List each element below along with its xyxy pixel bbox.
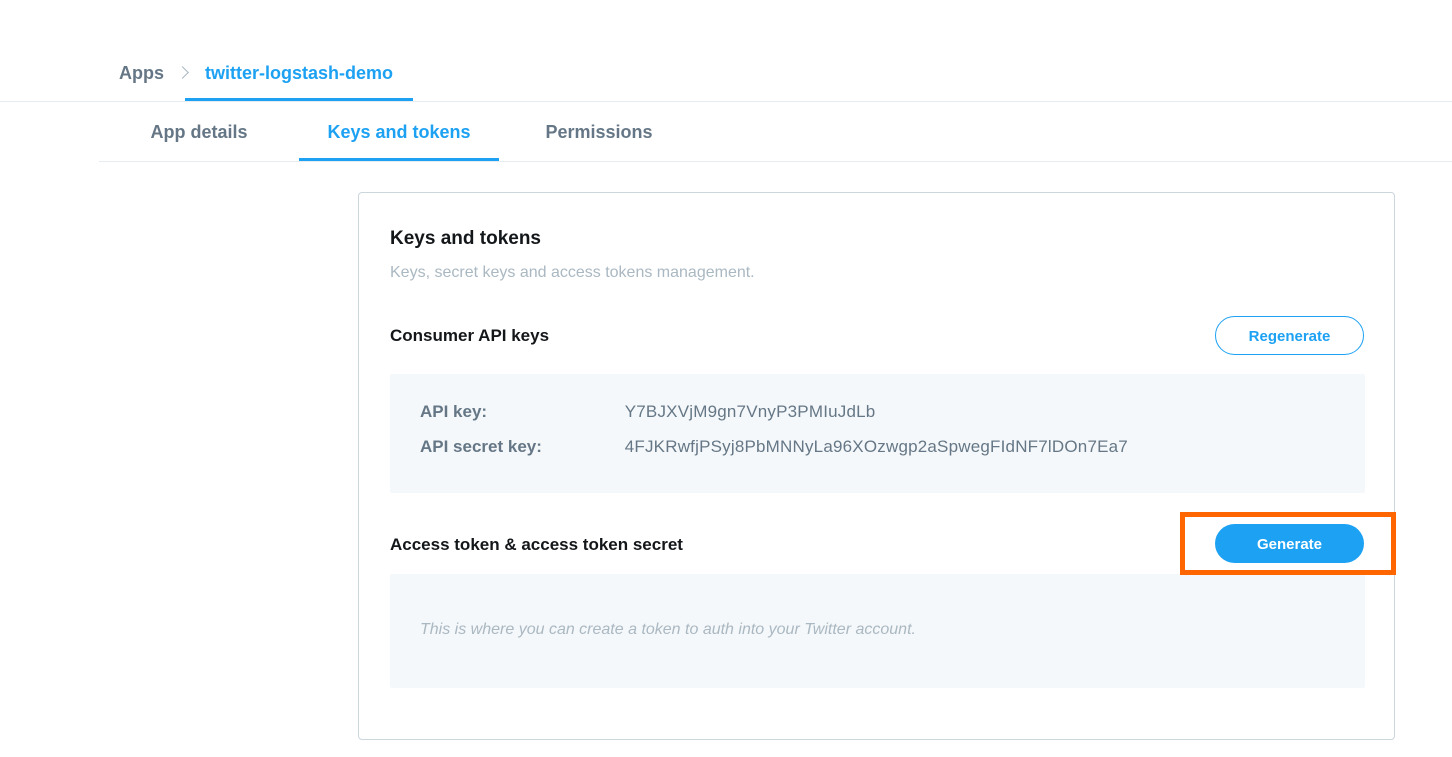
card-subtitle: Keys, secret keys and access tokens mana… bbox=[390, 264, 755, 281]
api-secret-key-value[interactable]: 4FJKRwfjPSyj8PbMNNyLa96XOzwgp2aSpwegFIdN… bbox=[625, 437, 1128, 457]
access-token-panel: This is where you can create a token to … bbox=[390, 574, 1365, 688]
tabs-divider bbox=[99, 161, 1452, 162]
breadcrumb: Apps twitter-logstash-demo bbox=[119, 52, 414, 102]
tab-permissions[interactable]: Permissions bbox=[499, 102, 699, 161]
generate-button[interactable]: Generate bbox=[1215, 524, 1364, 563]
consumer-keys-panel: API key: Y7BJXVjM9gn7VnyP3PMIuJdLb API s… bbox=[390, 374, 1365, 493]
api-secret-key-row: API secret key: 4FJKRwfjPSyj8PbMNNyLa96X… bbox=[420, 437, 1128, 457]
tab-keys-and-tokens[interactable]: Keys and tokens bbox=[299, 102, 499, 161]
keys-tokens-card: Keys and tokens Keys, secret keys and ac… bbox=[358, 192, 1395, 740]
api-secret-key-label: API secret key: bbox=[420, 437, 542, 456]
tab-app-details[interactable]: App details bbox=[99, 102, 299, 161]
breadcrumb-current-app[interactable]: twitter-logstash-demo bbox=[185, 52, 414, 101]
access-token-placeholder: This is where you can create a token to … bbox=[420, 621, 916, 638]
api-key-row: API key: Y7BJXVjM9gn7VnyP3PMIuJdLb bbox=[420, 402, 875, 422]
regenerate-button[interactable]: Regenerate bbox=[1215, 316, 1364, 355]
consumer-api-keys-title: Consumer API keys bbox=[390, 326, 550, 345]
breadcrumb-apps-link[interactable]: Apps bbox=[119, 52, 164, 94]
api-key-value[interactable]: Y7BJXVjM9gn7VnyP3PMIuJdLb bbox=[625, 402, 876, 422]
card-title: Keys and tokens bbox=[390, 228, 541, 249]
api-key-label: API key: bbox=[420, 402, 488, 421]
app-tabs: App details Keys and tokens Permissions bbox=[99, 102, 699, 162]
access-token-title: Access token & access token secret bbox=[390, 535, 683, 554]
